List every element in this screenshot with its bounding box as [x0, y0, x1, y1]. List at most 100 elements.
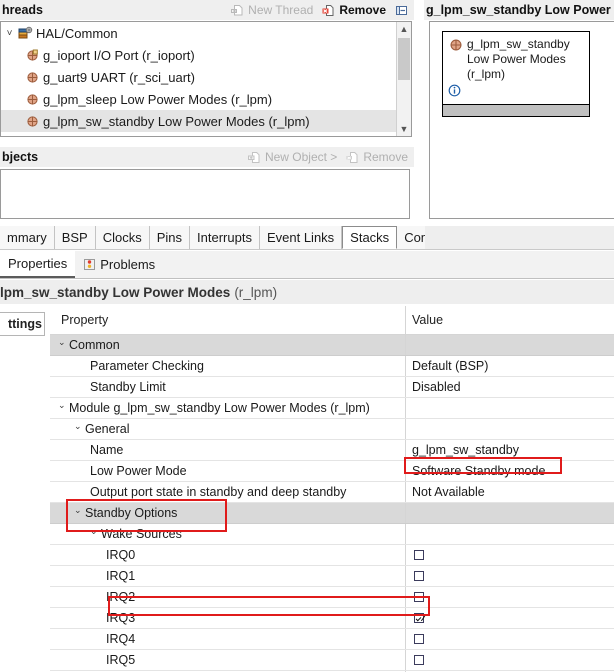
tab-event-links[interactable]: Event Links [260, 226, 342, 249]
remove-object-button[interactable]: Remove [346, 150, 408, 164]
hal-common-icon [16, 26, 34, 40]
tab-bsp[interactable]: BSP [55, 226, 96, 249]
remove-icon [322, 4, 335, 17]
tree-item-g-ioport[interactable]: g_ioport I/O Port (r_ioport) [1, 44, 411, 66]
property-value-cell[interactable]: g_lpm_sw_standby [405, 440, 614, 460]
property-row[interactable]: IRQ0 [50, 545, 614, 566]
threads-tree-scrollbar[interactable]: ▲ ▼ [396, 22, 411, 136]
property-row[interactable]: IRQ1 [50, 566, 614, 587]
chevron-down-icon[interactable]: ⌄ [74, 505, 85, 516]
property-value-cell[interactable] [405, 503, 614, 523]
chevron-down-icon[interactable]: ⌄ [58, 400, 69, 411]
property-row[interactable]: IRQ4 [50, 629, 614, 650]
property-value-cell[interactable] [405, 545, 614, 565]
scrollbar-thumb[interactable] [398, 38, 410, 80]
module-node[interactable]: g_lpm_sw_standby Low Power Modes (r_lpm) [442, 31, 590, 117]
property-label: Low Power Mode [90, 464, 187, 478]
view-tab-bar[interactable]: Properties Problems [0, 251, 614, 279]
property-row[interactable]: ⌄Module g_lpm_sw_standby Low Power Modes… [50, 398, 614, 419]
checkbox-unchecked[interactable] [414, 571, 424, 581]
fsp-configurator-window: hreads New Thread [0, 0, 614, 672]
new-thread-button[interactable]: New Thread [231, 3, 313, 17]
property-value-cell[interactable] [405, 650, 614, 670]
property-name-cell: Name [50, 440, 405, 460]
property-value-cell[interactable] [405, 587, 614, 607]
tree-item-hal-common[interactable]: ˅ HAL/Common [1, 22, 411, 44]
new-object-label: New Object > [265, 150, 337, 164]
module-node-line-2: Low Power Modes [467, 52, 570, 67]
property-value-cell[interactable] [405, 629, 614, 649]
checkbox-unchecked[interactable] [414, 592, 424, 602]
info-icon[interactable] [448, 84, 461, 97]
checkbox-unchecked[interactable] [414, 550, 424, 560]
property-value-cell[interactable]: Not Available [405, 482, 614, 502]
tree-item-g-uart9[interactable]: g_uart9 UART (r_sci_uart) [1, 66, 411, 88]
property-value-cell[interactable] [405, 524, 614, 544]
side-tab-settings[interactable]: ttings [0, 312, 45, 336]
chevron-down-icon[interactable]: ˅ [3, 28, 16, 39]
tab-interrupts[interactable]: Interrupts [190, 226, 260, 249]
property-row[interactable]: Parameter CheckingDefault (BSP) [50, 356, 614, 377]
property-row[interactable]: ⌄General [50, 419, 614, 440]
tree-item-g-lpm-sw-standby[interactable]: g_lpm_sw_standby Low Power Modes (r_lpm) [1, 110, 411, 132]
property-value: Disabled [412, 380, 461, 394]
property-row[interactable]: IRQ5 [50, 650, 614, 671]
property-value-cell[interactable]: Disabled [405, 377, 614, 397]
minimize-icon[interactable] [395, 4, 408, 17]
property-row[interactable]: IRQ3 [50, 608, 614, 629]
property-value-cell[interactable]: Default (BSP) [405, 356, 614, 376]
module-diagram-pane[interactable]: g_lpm_sw_standby Low Power Modes (r_lpm) [429, 21, 614, 219]
tab-problems[interactable]: Problems [75, 251, 163, 278]
page-title-normal: (r_lpm) [230, 285, 277, 300]
threads-tree[interactable]: ˅ HAL/Common g_ioport I/O [0, 21, 412, 137]
checkbox-checked[interactable] [414, 613, 424, 623]
property-row[interactable]: Nameg_lpm_sw_standby [50, 440, 614, 461]
property-table-header: Property Value [50, 306, 614, 335]
property-value-cell[interactable] [405, 398, 614, 418]
module-panel-title: g_lpm_sw_standby Low Power [424, 3, 611, 17]
property-value-cell[interactable] [405, 566, 614, 586]
property-value: Software Standby mode [412, 464, 545, 478]
chevron-down-icon[interactable]: ⌄ [58, 337, 69, 348]
tab-problems-label: Problems [100, 257, 155, 272]
property-value-cell[interactable]: Software Standby mode [405, 461, 614, 481]
threads-panel-title: hreads [0, 3, 43, 17]
property-value-cell[interactable] [405, 608, 614, 628]
new-object-button[interactable]: New Object > [248, 150, 337, 164]
main-tab-bar[interactable]: mmary BSP Clocks Pins Interrupts Event L… [0, 226, 425, 250]
objects-list[interactable] [0, 169, 410, 219]
property-row[interactable]: IRQ2 [50, 587, 614, 608]
property-row[interactable]: ⌄Standby Options [50, 503, 614, 524]
chevron-down-icon[interactable]: ⌄ [90, 526, 101, 537]
property-label: IRQ1 [106, 569, 135, 583]
property-value-cell[interactable] [405, 419, 614, 439]
property-row[interactable]: ⌄Wake Sources [50, 524, 614, 545]
property-row[interactable]: Standby LimitDisabled [50, 377, 614, 398]
tab-stacks[interactable]: Stacks [342, 226, 397, 249]
chevron-down-icon[interactable]: ⌄ [74, 421, 85, 432]
tab-properties[interactable]: Properties [0, 251, 75, 278]
property-label: Module g_lpm_sw_standby Low Power Modes … [69, 401, 370, 415]
objects-panel-header: bjects New Object > [0, 147, 414, 167]
checkbox-unchecked[interactable] [414, 655, 424, 665]
tab-summary[interactable]: mmary [0, 226, 55, 249]
tab-clocks[interactable]: Clocks [96, 226, 150, 249]
property-table[interactable]: Property Value ⌄CommonParameter Checking… [50, 306, 614, 672]
tree-item-g-lpm-snooze-standby[interactable]: g_lpm_snooze_standby with snooze Low Pow… [1, 132, 411, 137]
property-row[interactable]: Low Power Mode Software Standby mode [50, 461, 614, 482]
remove-thread-label: Remove [339, 3, 386, 17]
tree-item-g-lpm-sleep[interactable]: g_lpm_sleep Low Power Modes (r_lpm) [1, 88, 411, 110]
property-table-body[interactable]: ⌄CommonParameter CheckingDefault (BSP)St… [50, 335, 614, 672]
property-value-cell[interactable] [405, 335, 614, 355]
tab-pins[interactable]: Pins [150, 226, 190, 249]
property-label: Output port state in standby and deep st… [90, 485, 346, 499]
property-name-cell: ⌄Common [50, 335, 405, 355]
module-icon [449, 38, 463, 52]
property-row[interactable]: Output port state in standby and deep st… [50, 482, 614, 503]
scroll-up-icon[interactable]: ▲ [397, 22, 411, 36]
checkbox-unchecked[interactable] [414, 634, 424, 644]
remove-thread-button[interactable]: Remove [322, 3, 386, 17]
property-row[interactable]: ⌄Common [50, 335, 614, 356]
tree-item-label: g_ioport I/O Port (r_ioport) [41, 48, 195, 63]
scroll-down-icon[interactable]: ▼ [397, 122, 411, 136]
